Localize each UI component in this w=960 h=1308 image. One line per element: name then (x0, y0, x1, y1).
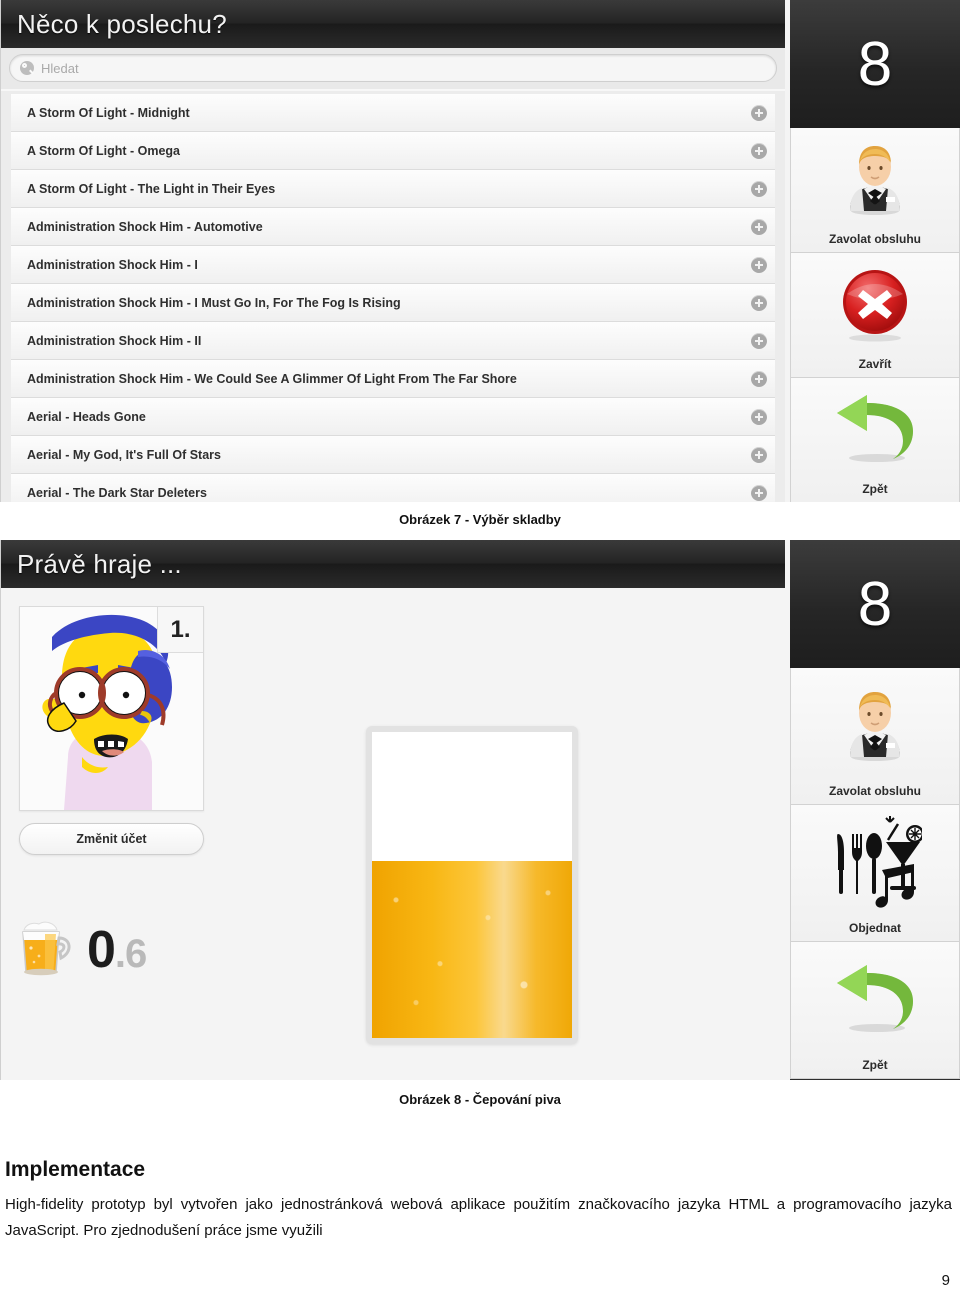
list-item[interactable]: A Storm Of Light - Omega (11, 132, 775, 170)
plus-circle-icon[interactable] (751, 256, 767, 273)
search-icon (20, 61, 34, 75)
song-list[interactable]: A Storm Of Light - Midnight A Storm Of Li… (1, 91, 785, 502)
list-item[interactable]: Aerial - My God, It's Full Of Stars (11, 436, 775, 474)
figure8-main-panel: Právě hraje ... 1. Změnit účet 0.6 (0, 540, 785, 1080)
plus-circle-icon[interactable] (751, 218, 767, 235)
cutlery-cocktail-music-icon (791, 805, 959, 919)
song-title: A Storm Of Light - The Light in Their Ey… (27, 181, 276, 196)
song-title: Administration Shock Him - We Could See … (27, 371, 517, 386)
figure7-caption: Obrázek 7 - Výběr skladby (399, 512, 561, 527)
song-title: A Storm Of Light - Midnight (27, 105, 190, 120)
beer-count-fraction: .6 (114, 931, 147, 976)
figure7-sidebar: 8 Zavolat obsluhu Zavřít Zpět (790, 0, 960, 502)
body-paragraph: High-fidelity prototyp byl vytvořen jako… (5, 1196, 952, 1239)
green-back-arrow-icon (791, 942, 959, 1056)
plus-circle-icon[interactable] (751, 142, 767, 159)
order-label: Objednat (848, 921, 901, 935)
page-number: 9 (941, 1272, 950, 1289)
figure8-titlebar: Právě hraje ... (1, 540, 785, 588)
now-playing-body: 1. Změnit účet 0.6 (1, 588, 785, 1080)
search-bar-container: Hledat (1, 48, 785, 89)
beer-glass-fill-indicator[interactable] (366, 726, 578, 1044)
plus-circle-icon[interactable] (751, 484, 767, 501)
plus-circle-icon[interactable] (751, 104, 767, 121)
table-number: 8 (790, 540, 960, 668)
figure8-caption: Obrázek 8 - Čepování piva (399, 1092, 561, 1107)
search-input[interactable]: Hledat (9, 54, 777, 82)
beer-mug-icon (15, 918, 75, 981)
song-title: Administration Shock Him - Automotive (27, 219, 263, 234)
song-title: Administration Shock Him - I Must Go In,… (27, 295, 401, 310)
figure8-screenshot: Právě hraje ... 1. Změnit účet 0.6 8 Zav… (0, 540, 960, 1080)
now-playing-title: Právě hraje ... (17, 548, 182, 579)
list-item[interactable]: Administration Shock Him - I Must Go In,… (11, 284, 775, 322)
plus-circle-icon[interactable] (751, 180, 767, 197)
beer-fill-level (372, 860, 572, 1038)
search-placeholder: Hledat (41, 60, 79, 76)
order-button[interactable]: Objednat (790, 805, 960, 942)
close-label: Zavřít (858, 357, 892, 371)
page-title: Něco k poslechu? (17, 8, 227, 39)
green-back-arrow-icon (791, 378, 959, 480)
change-account-button[interactable]: Změnit účet (19, 823, 204, 855)
back-label: Zpět (862, 1058, 888, 1072)
figure7-titlebar: Něco k poslechu? (1, 0, 785, 48)
beer-count-value: 0.6 (87, 920, 147, 979)
list-item[interactable]: Aerial - Heads Gone (11, 398, 775, 436)
plus-circle-icon[interactable] (751, 332, 767, 349)
table-number: 8 (790, 0, 960, 128)
back-button[interactable]: Zpět (790, 378, 960, 502)
list-item[interactable]: Aerial - The Dark Star Deleters (11, 474, 775, 502)
song-title: A Storm Of Light - Omega (27, 143, 181, 158)
list-item[interactable]: A Storm Of Light - The Light in Their Ey… (11, 170, 775, 208)
change-account-label: Změnit účet (76, 832, 147, 846)
document-content: Implementace High-fidelity prototyp byl … (5, 1158, 952, 1244)
list-item[interactable]: Administration Shock Him - Automotive (11, 208, 775, 246)
waiter-icon (791, 668, 959, 782)
list-item[interactable]: Administration Shock Him - We Could See … (11, 360, 775, 398)
plus-circle-icon[interactable] (751, 370, 767, 387)
back-button[interactable]: Zpět (790, 942, 960, 1079)
call-waiter-label: Zavolat obsluhu (828, 784, 921, 798)
status-badge: 1. (157, 607, 203, 653)
beer-count-whole: 0 (87, 920, 116, 979)
beer-counter: 0.6 (15, 918, 147, 981)
plus-circle-icon[interactable] (751, 446, 767, 463)
list-item[interactable]: Administration Shock Him - I (11, 246, 775, 284)
call-waiter-button[interactable]: Zavolat obsluhu (790, 128, 960, 253)
song-title: Aerial - My God, It's Full Of Stars (27, 447, 221, 462)
list-item[interactable]: A Storm Of Light - Midnight (11, 94, 775, 132)
figure7-screenshot: Něco k poslechu? Hledat A Storm Of Light… (0, 0, 960, 502)
close-button[interactable]: Zavřít (790, 253, 960, 378)
song-title: Administration Shock Him - II (27, 333, 202, 348)
red-x-circle-icon (791, 253, 959, 355)
figure7-main-panel: Něco k poslechu? Hledat A Storm Of Light… (0, 0, 785, 502)
plus-circle-icon[interactable] (751, 408, 767, 425)
plus-circle-icon[interactable] (751, 294, 767, 311)
call-waiter-button[interactable]: Zavolat obsluhu (790, 668, 960, 805)
avatar[interactable]: 1. (19, 606, 204, 811)
list-item[interactable]: Administration Shock Him - II (11, 322, 775, 360)
figure8-sidebar: 8 Zavolat obsluhu Objednat Zpět (790, 540, 960, 1080)
page-heading: Implementace (5, 1158, 146, 1181)
song-title: Administration Shock Him - I (27, 257, 198, 272)
waiter-icon (791, 128, 959, 230)
song-title: Aerial - The Dark Star Deleters (27, 485, 207, 500)
back-label: Zpět (862, 482, 888, 496)
song-title: Aerial - Heads Gone (27, 409, 146, 424)
call-waiter-label: Zavolat obsluhu (828, 232, 921, 246)
